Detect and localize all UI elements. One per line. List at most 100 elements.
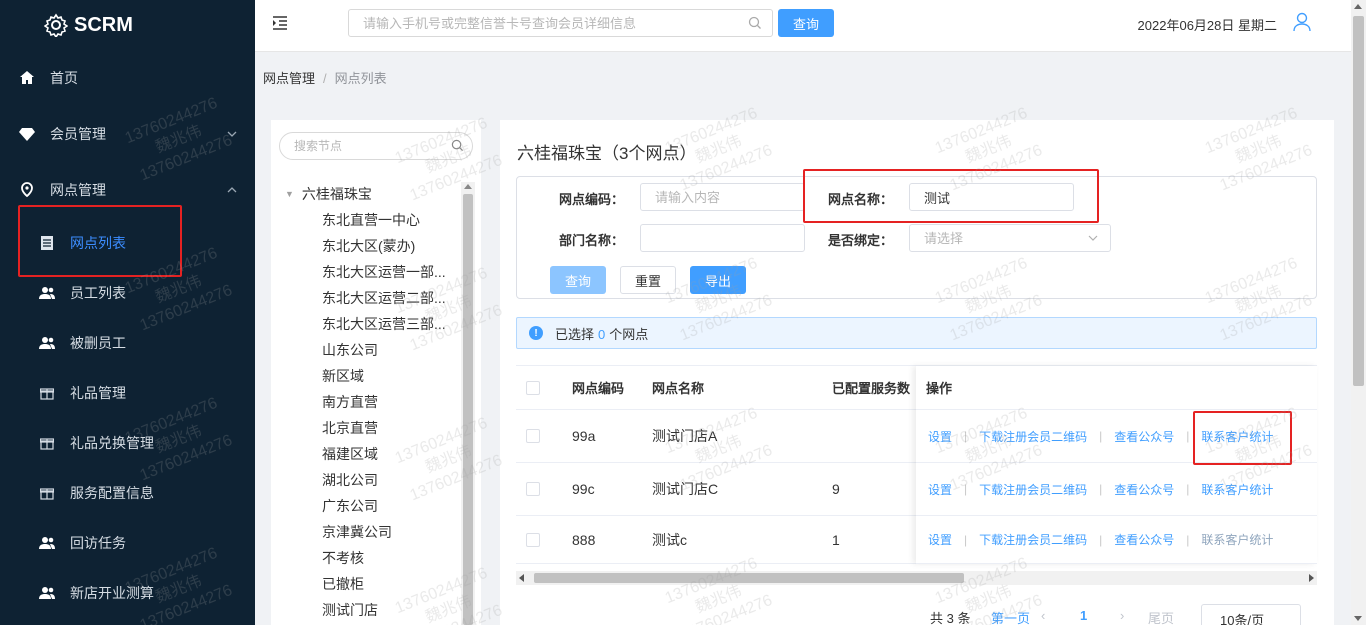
- op-separator: |: [1099, 429, 1103, 443]
- tree-node[interactable]: 北京直营: [322, 418, 378, 438]
- scrollbar-thumb[interactable]: [1353, 16, 1364, 386]
- download-qr-link[interactable]: 下载注册会员二维码: [979, 531, 1087, 548]
- member-search-button[interactable]: 查询: [778, 9, 834, 37]
- user-icon[interactable]: [1293, 12, 1311, 32]
- sidebar-item-deleted-staff[interactable]: 被删员工: [0, 323, 255, 363]
- pager-first[interactable]: 第一页: [991, 608, 1030, 625]
- ops-row: 设置 | 下载注册会员二维码 | 查看公众号 | 联系客户统计: [916, 516, 1317, 564]
- chevron-left-icon[interactable]: ‹: [1041, 608, 1045, 623]
- cell-code: 888: [572, 531, 596, 548]
- filter-form: 网点编码： 网点名称： 部门名称： 是否绑定： 查询 重置 导出: [516, 169, 1317, 299]
- location-pin-icon: [18, 181, 36, 199]
- scroll-down-arrow-icon[interactable]: [1354, 616, 1362, 621]
- operations-fixed-column: 操作 设置 | 下载注册会员二维码 | 查看公众号 | 联系客户统计 设置 | 下载注册…: [916, 366, 1317, 564]
- breadcrumb-parent[interactable]: 网点管理: [263, 71, 315, 86]
- row-checkbox[interactable]: [526, 482, 540, 496]
- row-checkbox[interactable]: [526, 532, 540, 547]
- export-button[interactable]: 导出: [690, 266, 746, 294]
- tree-node[interactable]: 东北大区运营一部...: [322, 262, 446, 282]
- scroll-right-arrow-icon[interactable]: [1309, 574, 1314, 582]
- scroll-up-arrow-icon[interactable]: [464, 184, 472, 189]
- download-qr-link[interactable]: 下载注册会员二维码: [979, 481, 1087, 498]
- sidebar-item-outlets[interactable]: 网点管理: [0, 170, 255, 210]
- sidebar-item-service-config[interactable]: 服务配置信息: [0, 473, 255, 513]
- sidebar-item-followup[interactable]: 回访任务: [0, 523, 255, 563]
- reset-button[interactable]: 重置: [620, 266, 676, 294]
- highlight-box: [803, 169, 1099, 223]
- tree-node[interactable]: 山东公司: [322, 340, 378, 360]
- sidebar-item-new-store[interactable]: 新店开业测算: [0, 573, 255, 613]
- member-search-input[interactable]: [349, 10, 744, 36]
- scroll-up-arrow-icon[interactable]: [1354, 4, 1362, 9]
- chevron-up-icon: [227, 184, 237, 196]
- chevron-down-icon: [227, 128, 237, 140]
- tree-root-node[interactable]: ▼ 六桂福珠宝: [285, 184, 372, 204]
- tree-node[interactable]: 东北大区运营三部...: [322, 314, 446, 334]
- member-search-field[interactable]: [348, 9, 773, 37]
- sidebar-item-label: 员工列表: [70, 285, 126, 301]
- table-horizontal-scrollbar[interactable]: [516, 571, 1317, 585]
- contact-stats-link[interactable]: 联系客户统计: [1201, 531, 1273, 548]
- bind-label: 是否绑定：: [828, 233, 894, 248]
- sidebar-item-gifts[interactable]: 礼品管理: [0, 373, 255, 413]
- dept-field[interactable]: [640, 224, 805, 252]
- tree-node[interactable]: 已撤柜: [322, 574, 364, 594]
- tree-node[interactable]: 湖北公司: [322, 470, 378, 490]
- selection-suffix: 个网点: [609, 326, 649, 342]
- highlight-box: [1193, 411, 1292, 465]
- op-separator: |: [1099, 482, 1103, 496]
- settings-link[interactable]: 设置: [928, 481, 952, 498]
- dept-input[interactable]: [641, 225, 804, 251]
- tree-node[interactable]: 京津冀公司: [322, 522, 392, 542]
- tree-node[interactable]: 南方直营: [322, 392, 378, 412]
- selection-count: 0: [598, 326, 606, 342]
- select-all-checkbox[interactable]: [526, 380, 540, 395]
- tree-node[interactable]: 东北直营一中心: [322, 210, 420, 230]
- contact-stats-link[interactable]: 联系客户统计: [1201, 481, 1273, 498]
- ops-header: 操作: [916, 366, 1317, 410]
- brand-logo[interactable]: SCRM: [44, 10, 133, 40]
- tree-scrollbar[interactable]: [461, 182, 475, 625]
- tree-node[interactable]: 广东公司: [322, 496, 378, 516]
- sidebar-item-staff[interactable]: 员工列表: [0, 273, 255, 313]
- row-checkbox[interactable]: [526, 429, 540, 443]
- bind-select-input[interactable]: [910, 225, 1110, 251]
- page-size-select[interactable]: 10条/页: [1201, 604, 1301, 625]
- tree-node[interactable]: 新区域: [322, 366, 364, 386]
- pager-current-page[interactable]: 1: [1080, 608, 1087, 623]
- settings-link[interactable]: 设置: [928, 428, 952, 445]
- tree-node[interactable]: 测试门店: [322, 600, 378, 620]
- window-scrollbar[interactable]: [1351, 0, 1366, 625]
- code-field[interactable]: [640, 183, 805, 211]
- current-date: 2022年06月28日 星期二: [1137, 18, 1277, 33]
- row-checkbox-cell: [526, 410, 546, 462]
- chevron-right-icon[interactable]: ›: [1120, 608, 1124, 623]
- cell-code: 99a: [572, 428, 596, 444]
- scroll-left-arrow-icon[interactable]: [519, 574, 524, 582]
- pager-last[interactable]: 尾页: [1148, 608, 1174, 625]
- sidebar-item-gift-exchange[interactable]: 礼品兑换管理: [0, 423, 255, 463]
- scrollbar-thumb[interactable]: [534, 573, 964, 583]
- cell-name: 测试门店A: [652, 428, 718, 444]
- tree-node[interactable]: 东北大区运营二部...: [322, 288, 446, 308]
- tree-search-input[interactable]: [280, 133, 440, 159]
- settings-link[interactable]: 设置: [928, 531, 952, 548]
- sidebar-item-home[interactable]: 首页: [0, 58, 255, 98]
- tree-node[interactable]: 东北大区(蒙办): [322, 236, 415, 256]
- tree-node[interactable]: 不考核: [322, 548, 364, 568]
- view-account-link[interactable]: 查看公众号: [1114, 481, 1174, 498]
- view-account-link[interactable]: 查看公众号: [1114, 531, 1174, 548]
- menu-collapse-icon[interactable]: [271, 14, 291, 34]
- code-input[interactable]: [641, 184, 804, 210]
- tree-search-field[interactable]: [279, 132, 473, 160]
- download-qr-link[interactable]: 下载注册会员二维码: [979, 428, 1087, 445]
- bind-select[interactable]: [909, 224, 1111, 252]
- query-button[interactable]: 查询: [550, 266, 606, 294]
- view-account-link[interactable]: 查看公众号: [1114, 428, 1174, 445]
- sidebar-item-member[interactable]: 会员管理: [0, 114, 255, 154]
- header-code: 网点编码: [572, 381, 625, 396]
- tree-node[interactable]: 福建区域: [322, 444, 378, 464]
- scrollbar-thumb[interactable]: [463, 194, 473, 625]
- breadcrumb-current: 网点列表: [334, 71, 387, 86]
- caret-down-icon[interactable]: ▼: [285, 189, 294, 199]
